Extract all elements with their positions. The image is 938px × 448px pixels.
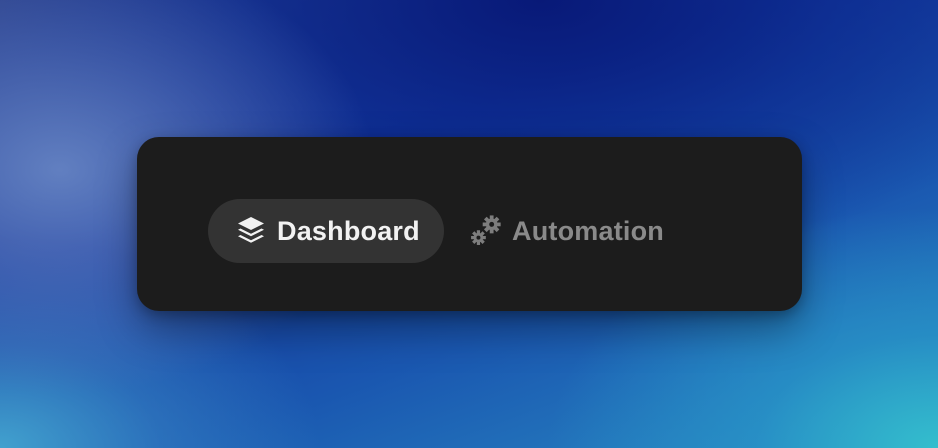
gears-icon — [469, 214, 503, 248]
tab-automation[interactable]: Automation — [467, 199, 687, 263]
tab-dashboard[interactable]: Dashboard — [208, 199, 444, 263]
tab-automation-label: Automation — [512, 215, 664, 246]
tab-bar-panel: Dashboard Automation — [137, 137, 802, 311]
tab-dashboard-label: Dashboard — [277, 215, 420, 246]
layers-icon — [234, 214, 268, 248]
